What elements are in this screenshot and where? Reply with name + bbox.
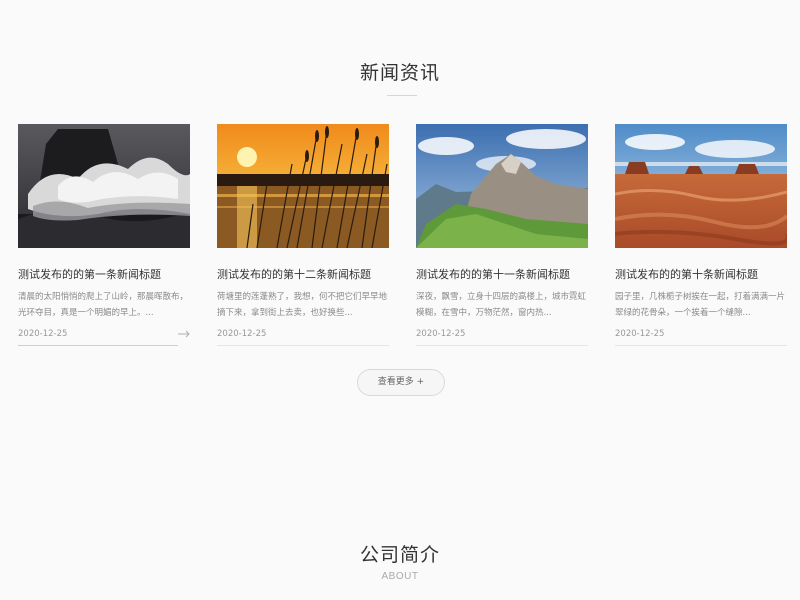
view-more-button[interactable]: 查看更多 +: [357, 369, 445, 396]
news-list: 测试发布的的第一条新闻标题 清晨的太阳悄悄的爬上了山岭，那晨晖散布，光环夺目，真…: [18, 124, 798, 354]
about-section-title: 公司简介: [359, 544, 440, 566]
news-section-title: 新闻资讯: [359, 62, 440, 84]
news-card[interactable]: 测试发布的的第一条新闻标题 清晨的太阳悄悄的爬上了山岭，那晨晖散布，光环夺目，真…: [18, 124, 190, 349]
card-divider: [416, 345, 588, 346]
news-image-sunset-reeds[interactable]: [217, 124, 389, 248]
card-divider: [217, 345, 389, 346]
card-divider: [18, 345, 178, 346]
news-date: 2020-12-25: [615, 329, 665, 339]
title-divider: [387, 95, 417, 96]
news-title[interactable]: 测试发布的的第十二条新闻标题: [217, 266, 389, 282]
news-date: 2020-12-25: [416, 329, 466, 339]
news-card[interactable]: 测试发布的的第十二条新闻标题 荷塘里的莲蓬熟了，我想，何不把它们早早地摘下来，拿…: [217, 124, 389, 349]
news-image-ocean-wave[interactable]: [18, 124, 190, 248]
news-date: 2020-12-25: [18, 329, 68, 339]
news-image-desert-canyon[interactable]: [615, 124, 787, 248]
news-summary: 清晨的太阳悄悄的爬上了山岭，那晨晖散布，光环夺目，真是一个明媚的早上。...: [18, 292, 189, 318]
news-image-mountain-peaks[interactable]: [416, 124, 588, 248]
page: 新闻资讯 测试发布的的第一条新闻标题 清晨的太阳悄悄的爬上了山岭，那晨晖散布，光…: [0, 0, 800, 600]
news-card[interactable]: 测试发布的的第十条新闻标题 园子里，几株栀子树挨在一起，打着满满一片翠绿的花骨朵…: [615, 124, 787, 349]
news-card[interactable]: 测试发布的的第十一条新闻标题 深夜，飘雪，立身十四层的高楼上，城市霓虹模糊，在雪…: [416, 124, 588, 349]
news-title[interactable]: 测试发布的的第十条新闻标题: [615, 266, 787, 282]
news-date: 2020-12-25: [217, 329, 267, 339]
news-summary: 荷塘里的莲蓬熟了，我想，何不把它们早早地摘下来，拿到街上去卖，也好换些...: [217, 292, 388, 318]
card-divider: [615, 345, 787, 346]
news-summary: 园子里，几株栀子树挨在一起，打着满满一片翠绿的花骨朵，一个挨着一个缝隙...: [615, 292, 786, 318]
news-title[interactable]: 测试发布的的第一条新闻标题: [18, 266, 190, 282]
news-title[interactable]: 测试发布的的第十一条新闻标题: [416, 266, 588, 282]
news-summary: 深夜，飘雪，立身十四层的高楼上，城市霓虹模糊，在雪中，万物茫然，窗内热...: [416, 292, 587, 318]
about-section-subtitle: ABOUT: [381, 571, 419, 582]
arrow-right-icon[interactable]: [178, 330, 190, 338]
